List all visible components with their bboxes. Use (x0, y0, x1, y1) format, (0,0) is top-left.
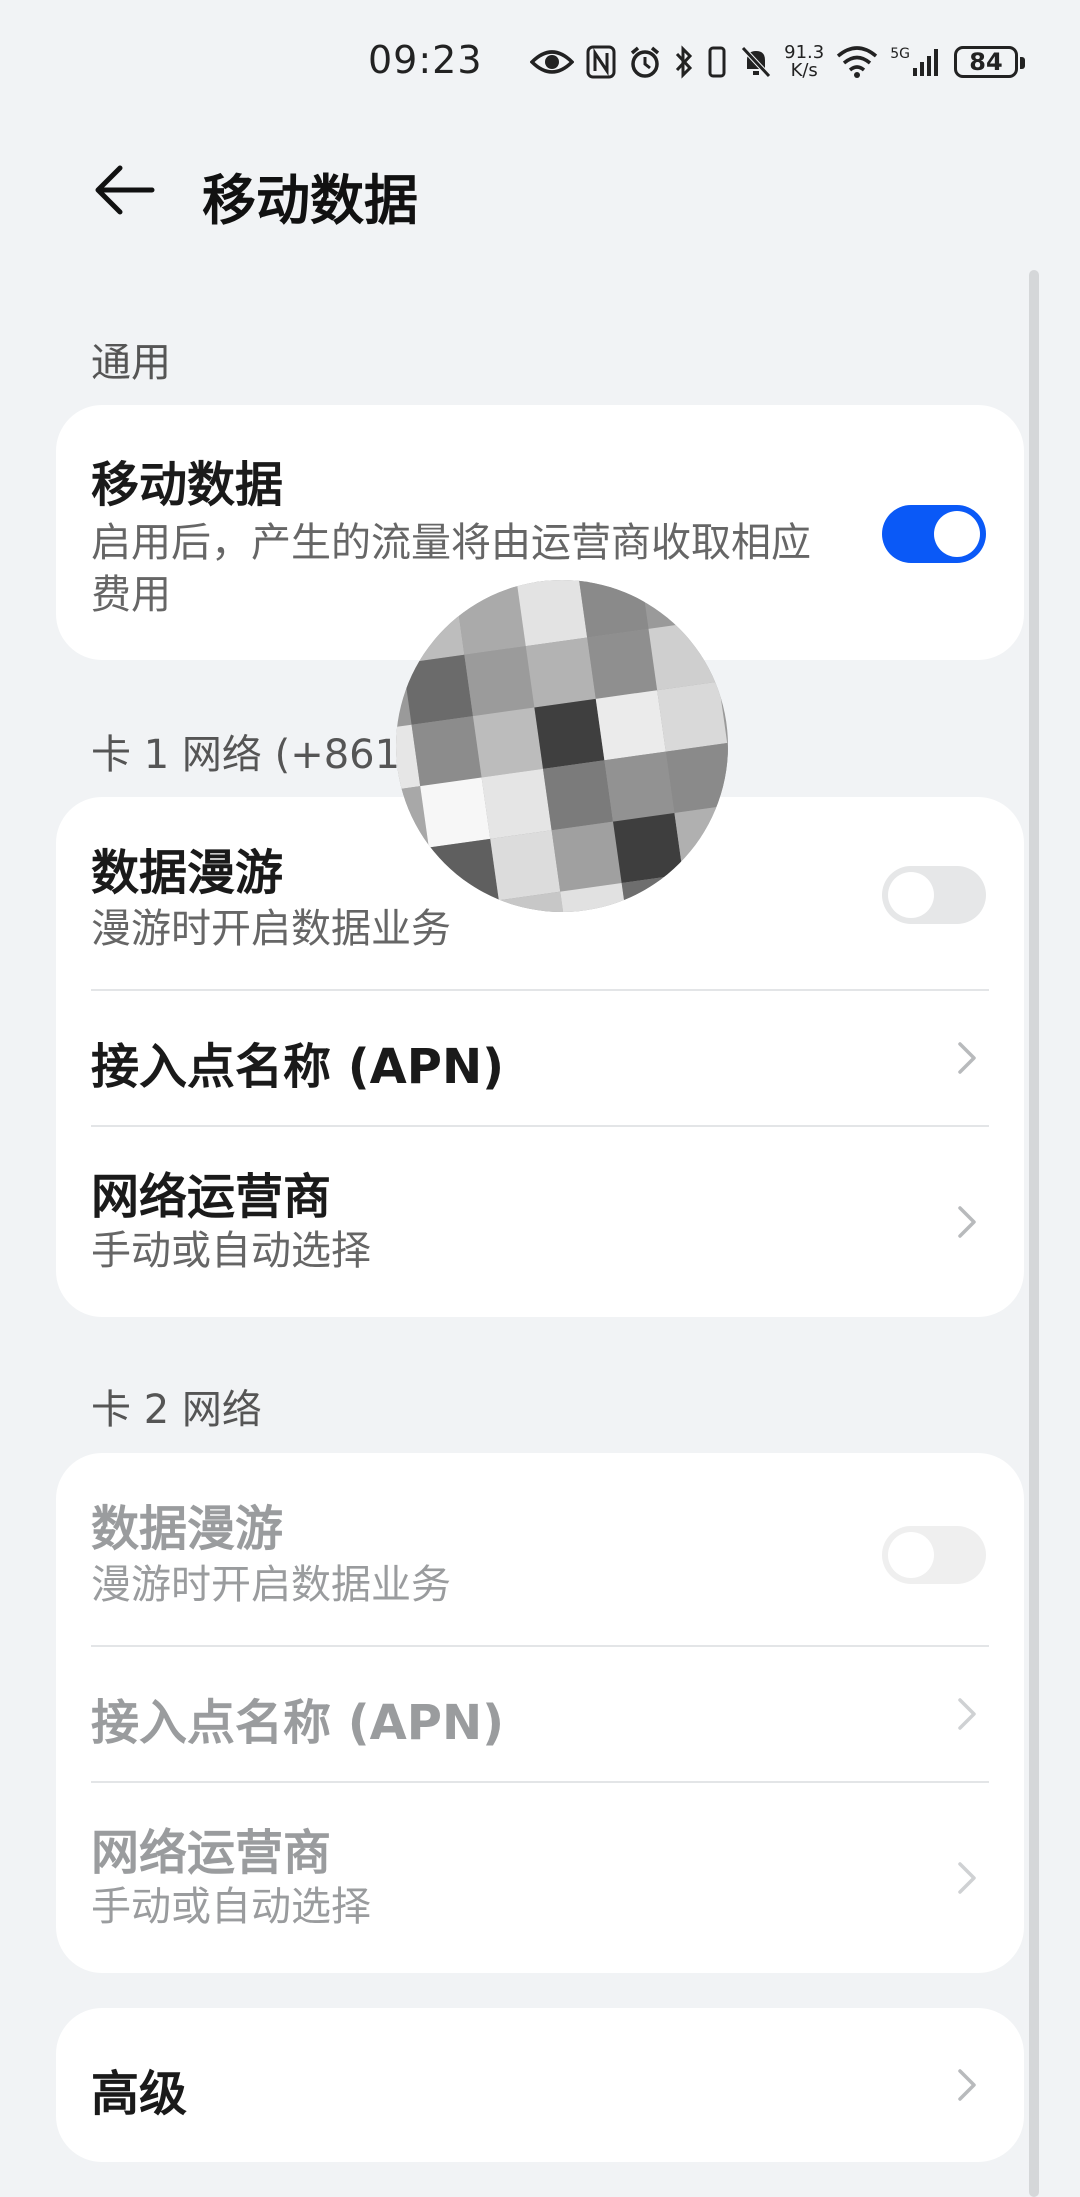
sim1-roaming-subtitle: 漫游时开启数据业务 (91, 906, 451, 952)
sim1-apn-row[interactable]: 接入点名称 (APN) (56, 991, 1024, 1125)
chevron-right-icon (958, 1042, 976, 1074)
back-arrow-icon (95, 165, 155, 215)
bluetooth-icon (674, 42, 694, 82)
wifi-icon (836, 42, 878, 82)
network-type: 5G (890, 46, 910, 62)
sim2-operator-row[interactable]: 网络运营商 手动或自动选择 (56, 1783, 1024, 1973)
sim1-operator-title: 网络运营商 (91, 1169, 332, 1225)
chevron-right-icon (958, 1206, 976, 1238)
page-title: 移动数据 (202, 169, 418, 232)
eye-icon (530, 42, 575, 82)
privacy-mosaic (396, 580, 728, 912)
advanced-row[interactable]: 高级 (56, 2008, 1024, 2162)
sim1-roaming-title: 数据漫游 (91, 845, 284, 901)
card-sim2: 数据漫游 漫游时开启数据业务 接入点名称 (APN) 网络运营商 手动或自动选择 (56, 1453, 1024, 1973)
vibrate-icon (706, 42, 728, 82)
status-icons: 91.3 K/s 5G 84 (530, 38, 1025, 86)
sim2-operator-title: 网络运营商 (91, 1825, 332, 1881)
mobile-data-subtitle: 启用后，产生的流量将由运营商收取相应费用 (91, 520, 811, 618)
sim1-apn-title: 接入点名称 (APN) (91, 1039, 505, 1095)
mute-icon (740, 42, 772, 82)
status-time: 09:23 (368, 38, 483, 82)
sim1-roaming-toggle[interactable] (882, 866, 986, 924)
nfc-icon (586, 42, 616, 82)
sim2-roaming-title: 数据漫游 (91, 1501, 284, 1557)
mobile-data-toggle[interactable] (882, 505, 986, 563)
scrollbar[interactable] (1029, 270, 1039, 2197)
back-button[interactable] (90, 160, 160, 220)
speed-unit: K/s (790, 60, 818, 81)
sim2-operator-subtitle: 手动或自动选择 (91, 1884, 371, 1930)
battery-level: 84 (954, 46, 1025, 78)
chevron-right-icon (958, 1862, 976, 1894)
sim2-apn-title: 接入点名称 (APN) (91, 1695, 505, 1751)
status-bar: 09:23 91.3 K/s 5G 84 (0, 0, 1080, 120)
signal-icon: 5G (890, 42, 942, 82)
sim2-roaming-row[interactable]: 数据漫游 漫游时开启数据业务 (56, 1453, 1024, 1645)
sim2-roaming-toggle[interactable] (882, 1526, 986, 1584)
alarm-icon (628, 42, 662, 82)
chevron-right-icon (958, 2069, 976, 2101)
section-label-sim1: 卡 1 网络 (+861 (91, 732, 401, 778)
sim2-roaming-subtitle: 漫游时开启数据业务 (91, 1562, 451, 1608)
section-label-general: 通用 (91, 340, 171, 386)
mobile-data-title: 移动数据 (91, 457, 284, 513)
chevron-right-icon (958, 1698, 976, 1730)
battery-icon: 84 (954, 42, 1025, 82)
section-label-sim2: 卡 2 网络 (91, 1387, 262, 1433)
advanced-title: 高级 (91, 2066, 188, 2122)
sim1-operator-subtitle: 手动或自动选择 (91, 1228, 371, 1274)
sim1-operator-row[interactable]: 网络运营商 手动或自动选择 (56, 1127, 1024, 1317)
network-speed: 91.3 K/s (784, 42, 824, 82)
card-advanced: 高级 (56, 2008, 1024, 2162)
sim2-apn-row[interactable]: 接入点名称 (APN) (56, 1647, 1024, 1781)
